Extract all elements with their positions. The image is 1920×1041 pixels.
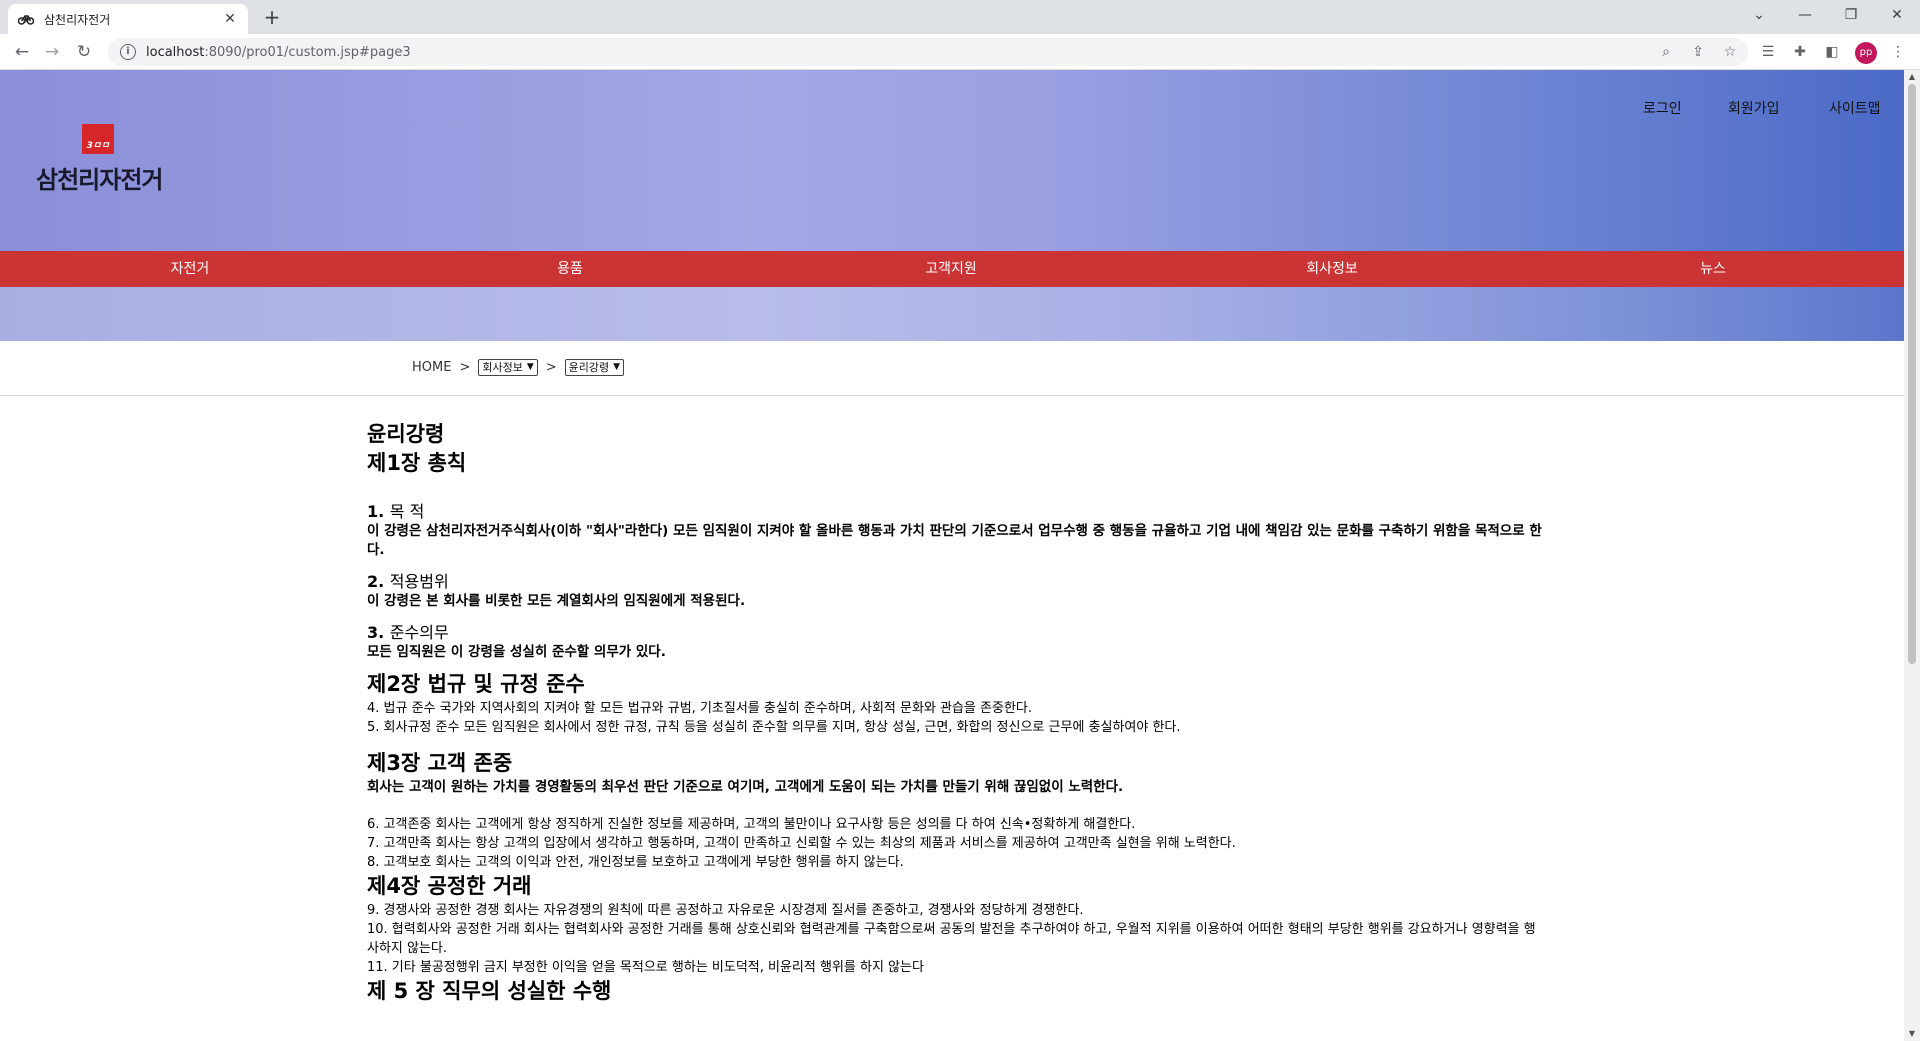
main-navigation: 자전거 용품 고객지원 회사정보 뉴스 [0,251,1904,287]
web-page: 3ㅁㅁ 삼천리자전거 로그인 회원가입 사이트맵 자전거 용품 고객지원 회사정… [0,70,1904,1041]
bookmark-star-icon[interactable]: ☆ [1718,40,1742,64]
chapter-4-heading: 제4장 공정한 거래 [367,874,532,898]
section-1-body: 이 강령은 삼천리자전거주식회사(이하 "회사"라한다) 모든 임직원이 지켜야… [367,523,1542,558]
side-panel-icon[interactable]: ◧ [1820,40,1844,64]
chevron-down-icon: ▼ [613,361,621,372]
browser-tab-bar: 삼천리자전거 ✕ + ⌄ — ❐ ✕ [0,0,1920,34]
page-scrollbar[interactable]: ▲ ▼ [1904,70,1920,1041]
subpage-select[interactable]: 윤리강령 ▼ [564,358,625,376]
nav-item-support[interactable]: 고객지원 [851,251,1051,287]
logo-text: 삼천리자전거 [36,166,163,194]
header-banner-lower [0,287,1904,341]
logo-mark: 3ㅁㅁ [82,124,114,154]
nav-item-company[interactable]: 회사정보 [1232,251,1432,287]
close-window-button[interactable]: ✕ [1874,0,1920,30]
section-2-heading: 2. 적용범위 [367,572,449,591]
nav-item-bicycle[interactable]: 자전거 [90,251,290,287]
chapter-3-heading: 제3장 고객 존중 [367,751,513,775]
breadcrumb-home[interactable]: HOME [412,360,451,375]
menu-kebab-icon[interactable]: ⋮ [1886,40,1910,64]
section-3-body: 모든 임직원은 이 강령을 성실히 준수할 의무가 있다. [367,644,666,660]
list-item: 7. 고객만족 회사는 항상 고객의 입장에서 생각하고 행동하며, 고객이 만… [367,836,1236,851]
ethics-code-content: 윤리강령 제1장 총칙 1. 목 적 이 강령은 삼천리자전거주식회사(이하 "… [367,420,1547,1006]
restore-button[interactable]: ❐ [1828,0,1874,30]
reload-button[interactable]: ↻ [72,40,96,64]
reading-list-icon[interactable]: ☰ [1756,40,1780,64]
list-item: 9. 경쟁사와 공정한 경쟁 회사는 자유경쟁의 원칙에 따른 공정하고 자유로… [367,903,1084,918]
minimize-button[interactable]: — [1782,0,1828,30]
breadcrumb-bar: HOME > 회사정보 ▼ > 윤리강령 ▼ [0,341,1904,396]
list-item: 6. 고객존중 회사는 고객에게 항상 정직하게 진실한 정보를 제공하며, 고… [367,817,1136,832]
extensions-icon[interactable]: ✚ [1788,40,1812,64]
breadcrumb-separator: > [459,359,471,375]
list-item: 11. 기타 불공정행위 금지 부정한 이익을 얻을 목적으로 행하는 비도덕적… [367,960,924,975]
tab-title: 삼천리자전거 [44,12,111,27]
section-1-heading: 1. 목 적 [367,502,425,521]
signup-link[interactable]: 회원가입 [1728,98,1780,118]
site-logo[interactable]: 3ㅁㅁ 삼천리자전거 [36,124,166,194]
tab-search-icon[interactable]: ⌄ [1736,0,1782,30]
list-item: 4. 법규 준수 국가와 지역사회의 지켜야 할 모든 법규와 규범, 기초질서… [367,701,1032,716]
page-title: 윤리강령 [367,422,445,446]
category-select[interactable]: 회사정보 ▼ [478,358,538,376]
breadcrumb: HOME > 회사정보 ▼ > 윤리강령 ▼ [412,357,625,377]
nav-item-news[interactable]: 뉴스 [1613,251,1813,287]
address-bar[interactable]: i localhost:8090/pro01/custom.jsp#page3 [108,38,1748,66]
chevron-down-icon: ▼ [526,361,534,372]
share-icon[interactable]: ⇪ [1686,40,1710,64]
chapter-5-heading: 제 5 장 직무의 성실한 수행 [367,979,612,1003]
sitemap-link[interactable]: 사이트맵 [1829,98,1881,118]
chapter-2-heading: 제2장 법규 및 규정 준수 [367,672,585,696]
list-item: 10. 협력회사와 공정한 거래 회사는 협력회사와 공정한 거래를 통해 상호… [367,922,1536,956]
section-3-heading: 3. 준수의무 [367,623,449,642]
site-info-icon[interactable]: i [120,44,136,60]
list-item: 8. 고객보호 회사는 고객의 이익과 안전, 개인정보를 보호하고 고객에게 … [367,855,904,870]
browser-tab[interactable]: 삼천리자전거 ✕ [8,4,248,34]
scroll-down-arrow-icon[interactable]: ▼ [1904,1027,1920,1041]
section-2-body: 이 강령은 본 회사를 비롯한 모든 계열회사의 임직원에게 적용된다. [367,593,746,609]
scrollbar-thumb[interactable] [1908,84,1916,664]
nav-item-accessories[interactable]: 용품 [470,251,670,287]
login-link[interactable]: 로그인 [1643,98,1682,118]
close-tab-icon[interactable]: ✕ [222,11,238,27]
profile-avatar[interactable]: pp [1855,42,1877,64]
bicycle-icon [18,11,34,27]
chapter-1-heading: 제1장 총칙 [367,451,467,475]
zoom-icon[interactable]: ⌕ [1654,40,1678,64]
list-item: 5. 회사규정 준수 모든 임직원은 회사에서 정한 규정, 규칙 등을 성실히… [367,720,1181,735]
back-button[interactable]: ← [10,40,34,64]
new-tab-button[interactable]: + [260,6,284,30]
url-path: :8090/pro01/custom.jsp#page3 [204,44,411,60]
scroll-up-arrow-icon[interactable]: ▲ [1904,70,1920,84]
chapter-3-lead: 회사는 고객이 원하는 가치를 경영활동의 최우선 판단 기준으로 여기며, 고… [367,779,1124,795]
url-host: localhost [146,44,205,60]
forward-button[interactable]: → [40,40,64,64]
breadcrumb-separator: > [545,359,557,375]
browser-toolbar: ← → ↻ i localhost:8090/pro01/custom.jsp#… [0,34,1920,70]
